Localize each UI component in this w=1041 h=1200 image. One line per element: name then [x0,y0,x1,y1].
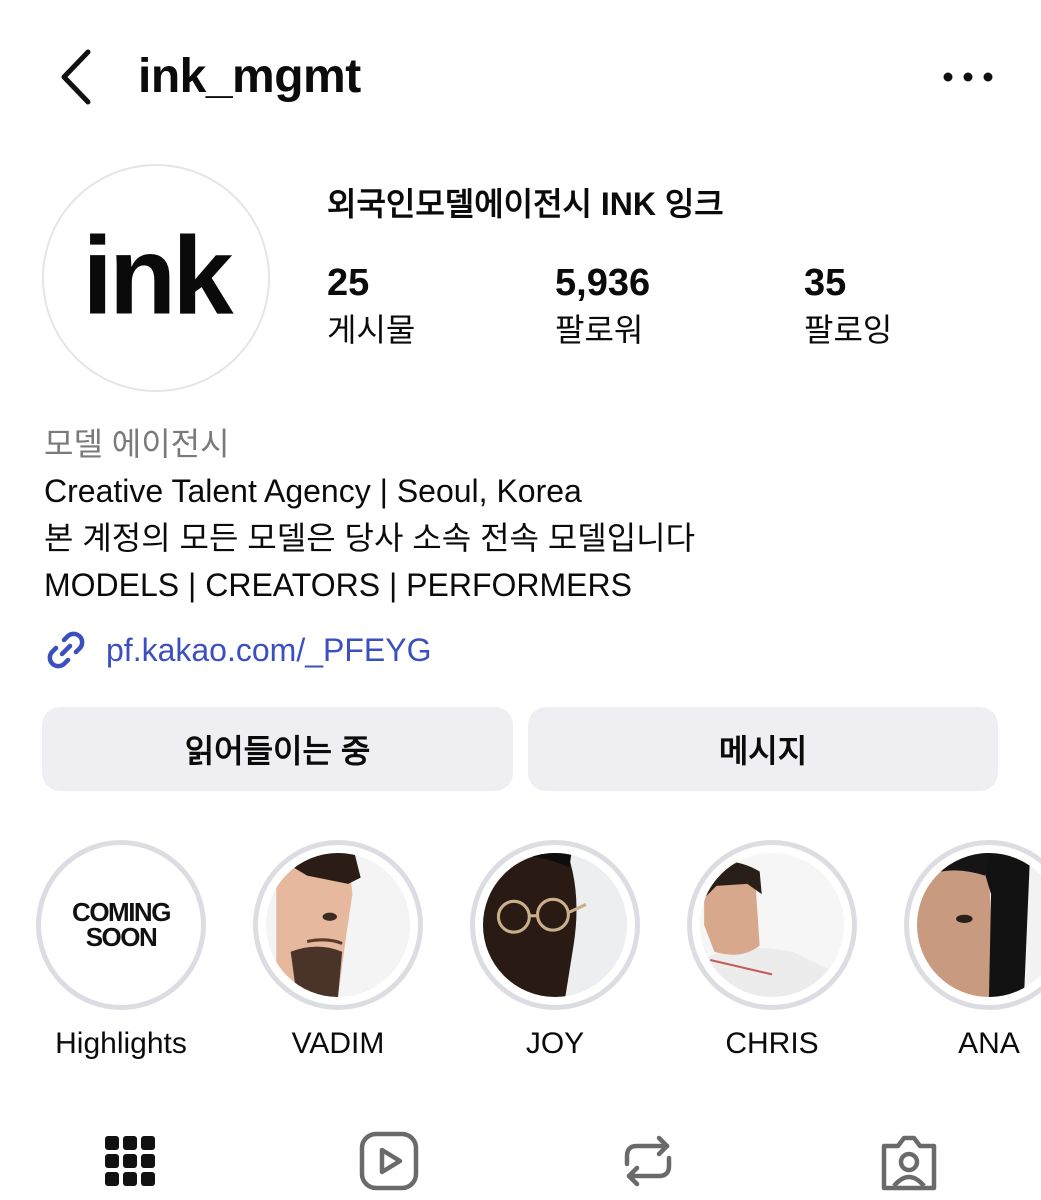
highlight-ring [904,840,1041,1010]
highlight-label: Highlights [55,1027,187,1060]
more-options-button[interactable] [940,60,996,94]
bio-category: 모델 에이전시 [44,426,230,462]
highlight-cover-photo [483,853,627,997]
follow-button[interactable]: 읽어들이는 중 [42,707,513,791]
highlight-label: ANA [958,1027,1020,1060]
tagged-icon [881,1135,937,1191]
highlight-item[interactable]: ANA [903,840,1041,1062]
highlight-ring: COMING SOON [36,840,206,1010]
bio-link-text: pf.kakao.com/_PFEYG [106,631,432,668]
highlight-cover-photo [917,853,1041,997]
page-title: ink_mgmt [138,50,361,103]
highlight-cover-photo [700,853,844,997]
bio-line: MODELS | CREATORS | PERFORMERS [44,567,632,603]
bio-line: 본 계정의 모든 모델은 당사 소속 전속 모델입니다 [44,520,696,556]
stat-posts[interactable]: 25 게시물 [327,262,415,352]
reposts-icon [624,1135,672,1187]
portrait-image [700,853,844,997]
chevron-left-icon [61,49,91,105]
highlight-label: CHRIS [725,1027,819,1060]
bio: 모델 에이전시 Creative Talent Agency | Seoul, … [44,420,1004,609]
highlight-label: VADIM [291,1027,385,1060]
highlight-ring [687,840,857,1010]
stat-following-label: 팔로잉 [804,312,893,348]
tab-tagged[interactable] [874,1126,944,1196]
portrait-image [917,853,1041,997]
highlight-cover-photo [266,853,410,997]
grid-icon [105,1136,155,1186]
header: ink_mgmt [0,0,1041,150]
highlight-cover-coming-soon: COMING SOON [49,853,193,997]
highlight-label: JOY [525,1027,585,1060]
highlight-item[interactable]: VADIM [252,840,424,1062]
svg-text:ink: ink [82,214,234,337]
highlight-ring [470,840,640,1010]
stat-followers-label: 팔로워 [555,312,644,348]
stat-followers[interactable]: 5,936 팔로워 [555,262,650,352]
tab-posts-grid[interactable] [95,1126,165,1196]
tab-reposts[interactable] [613,1126,683,1196]
profile-screen: ink_mgmt ink 외국인모델에이전시 INK 잉크 25 게시물 5,9… [0,0,1041,1200]
highlight-ring [253,840,423,1010]
stat-posts-label: 게시물 [327,312,416,348]
stat-following-count: 35 [804,262,847,304]
stat-followers-count: 5,936 [555,262,651,304]
highlight-item[interactable]: COMING SOON Highlights [35,840,207,1062]
stat-posts-count: 25 [327,262,370,304]
display-name: 외국인모델에이전시 INK 잉크 [327,186,724,222]
stat-following[interactable]: 35 팔로잉 [804,262,892,352]
highlight-item[interactable]: JOY [469,840,641,1062]
link-icon [47,631,85,669]
avatar[interactable]: ink [42,164,270,392]
more-horizontal-icon [943,72,993,82]
bio-link[interactable]: pf.kakao.com/_PFEYG [42,626,431,674]
portrait-image [483,853,627,997]
message-button[interactable]: 메시지 [528,707,998,791]
ink-logo: ink [82,214,238,337]
profile-tab-bar [0,1120,1041,1200]
back-button[interactable] [52,46,102,108]
cover-text: SOON [85,922,158,952]
tab-reels[interactable] [354,1126,424,1196]
highlight-item[interactable]: CHRIS [686,840,858,1062]
bio-line: Creative Talent Agency | Seoul, Korea [44,473,582,509]
reels-icon [359,1131,419,1191]
portrait-image [266,853,410,997]
